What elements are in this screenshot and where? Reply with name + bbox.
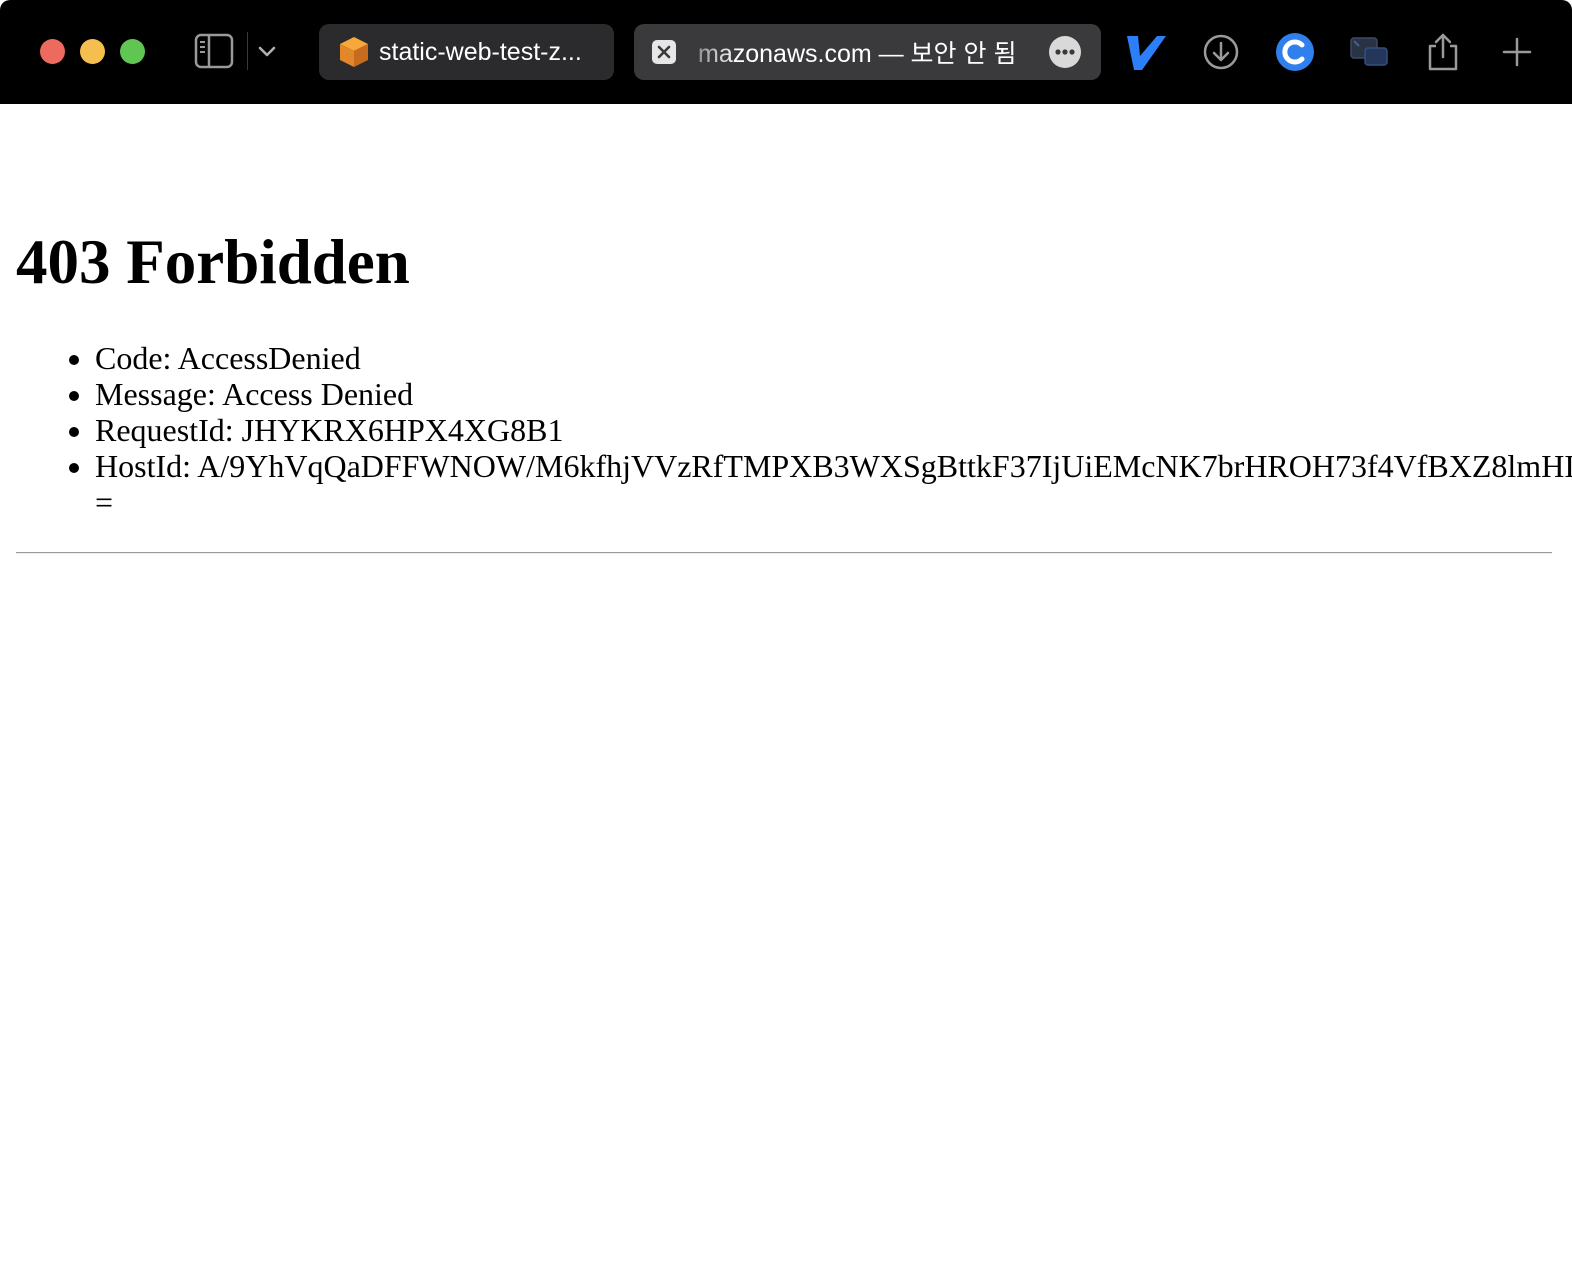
aws-cube-icon [340,37,368,67]
sidebar-toggle-icon[interactable] [194,33,234,69]
list-item: HostId: A/9YhVqQaDFFWNOW/M6kfhjVVzRfTMPX… [95,448,1572,520]
share-icon[interactable] [1422,31,1464,73]
browser-toolbar: static-web-test-z... mazonaws.com — 보안 안… [0,0,1572,104]
tab-label: mazonaws.com — 보안 안 됨 [698,40,1017,68]
page-title: 403 Forbidden [16,227,410,297]
error-details-list: Code: AccessDenied Message: Access Denie… [56,340,1572,520]
chevron-down-icon[interactable] [256,40,278,62]
download-icon[interactable] [1200,31,1242,73]
window-minimize-button[interactable] [80,39,105,64]
list-item: RequestId: JHYKRX6HPX4XG8B1 [95,412,1572,448]
new-tab-icon[interactable] [1496,31,1538,73]
tab-label: static-web-test-z... [379,37,582,66]
more-options-icon[interactable] [1049,36,1081,68]
list-item: Code: AccessDenied [95,340,1572,376]
picture-in-picture-icon[interactable] [1348,31,1390,73]
c-extension-icon[interactable] [1274,31,1316,73]
tab-static-web-test[interactable]: static-web-test-z... [319,24,614,80]
close-icon[interactable] [652,40,676,64]
v-extension-icon[interactable] [1124,32,1168,72]
window-close-button[interactable] [40,39,65,64]
divider [16,552,1552,554]
list-item: Message: Access Denied [95,376,1572,412]
window-maximize-button[interactable] [120,39,145,64]
tab-active-amazonaws[interactable]: mazonaws.com — 보안 안 됨 [634,24,1101,80]
toolbar-divider [247,32,248,70]
